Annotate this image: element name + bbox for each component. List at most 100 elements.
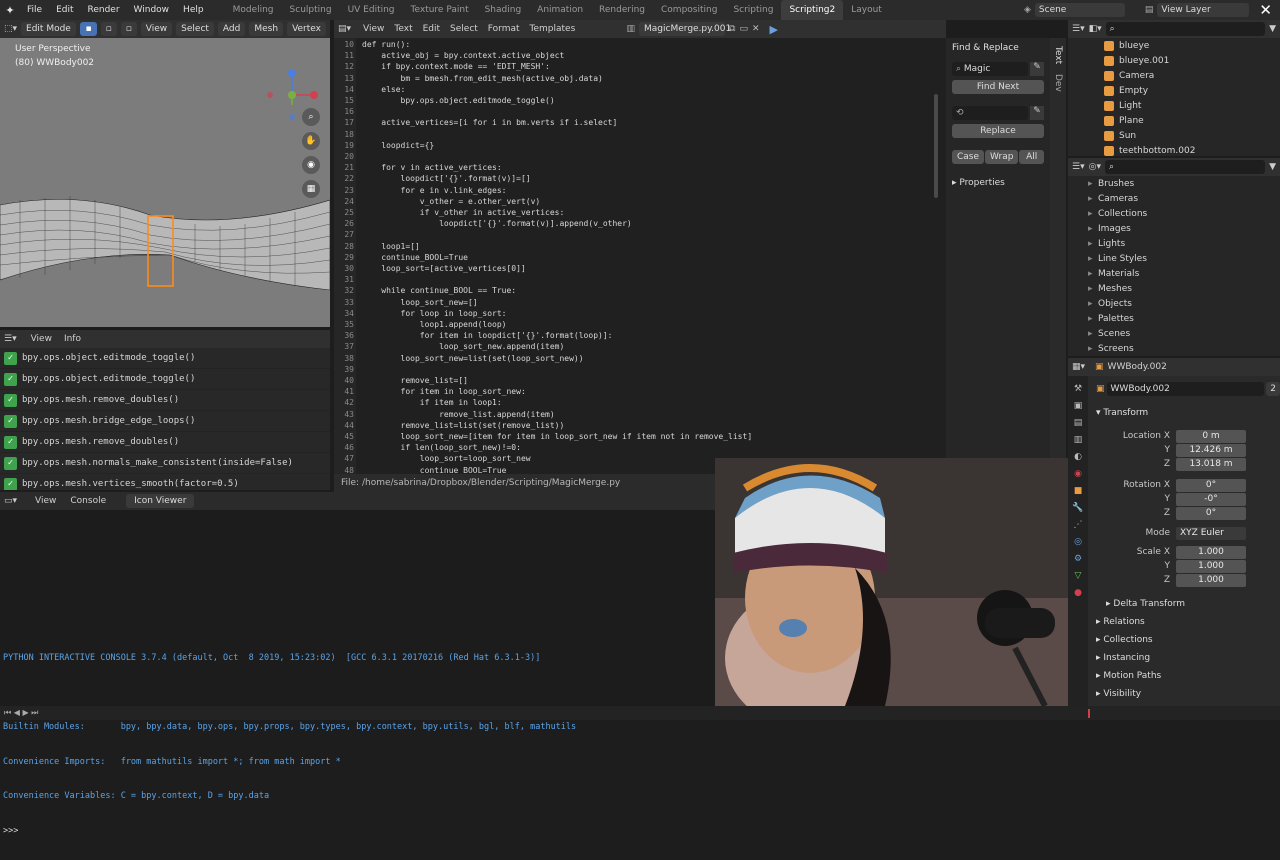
tab-uv-editing[interactable]: UV Editing <box>340 0 403 20</box>
text-menu-select[interactable]: Select <box>450 24 478 34</box>
duplicate-text-icon[interactable]: ⧉ <box>729 24 735 34</box>
editor-type-icon[interactable]: ▤▾ <box>338 24 351 34</box>
location-y-field[interactable]: 12.426 m <box>1176 443 1246 457</box>
mesh-wireframe[interactable] <box>0 160 330 327</box>
eyedropper-icon[interactable]: ✎ <box>1030 62 1044 76</box>
code-line[interactable]: for item in loop_sort_new: <box>362 387 526 396</box>
code-line[interactable]: loopdict['{}'.format(v)]=[] <box>362 174 531 183</box>
face-select-icon[interactable]: ▫ <box>120 22 137 36</box>
scene-selector[interactable]: Scene <box>1034 3 1125 17</box>
view-layer-selector[interactable]: View Layer <box>1157 3 1250 17</box>
datablock-images[interactable]: ▸ Images <box>1068 221 1280 236</box>
text-menu-view[interactable]: View <box>363 24 384 34</box>
code-line[interactable]: if len(loop_sort_new)!=0: <box>362 443 521 452</box>
outliner-item[interactable]: Camera <box>1068 68 1280 83</box>
code-line[interactable]: bm = bmesh.from_edit_mesh(active_obj.dat… <box>362 74 603 83</box>
collections-panel[interactable]: ▸ Collections <box>1096 635 1153 645</box>
code-line[interactable]: loop1=[] <box>362 242 420 251</box>
scale-z-field[interactable]: 1.000 <box>1176 573 1246 587</box>
relations-panel[interactable]: ▸ Relations <box>1096 617 1145 627</box>
playback-controls[interactable]: ⏮ ◀ ▶ ⏭ <box>4 708 38 718</box>
code-line[interactable]: for loop in loop_sort: <box>362 309 507 318</box>
info-log-item[interactable]: ✓ bpy.ops.object.editmode_toggle() <box>0 369 330 390</box>
code-line[interactable]: if item in loop1: <box>362 398 502 407</box>
menu-render[interactable]: Render <box>81 5 127 15</box>
scale-x-field[interactable]: 1.000 <box>1176 545 1246 559</box>
datablock-scenes[interactable]: ▸ Scenes <box>1068 326 1280 341</box>
code-line[interactable]: remove_list.append(item) <box>362 410 555 419</box>
display-mode-icon[interactable]: ◎▾ <box>1089 162 1101 172</box>
wrap-toggle[interactable]: Wrap <box>985 150 1019 164</box>
outliner-item[interactable]: Sun <box>1068 128 1280 143</box>
code-line[interactable]: if bpy.context.mode == 'EDIT_MESH': <box>362 62 550 71</box>
visibility-panel[interactable]: ▸ Visibility <box>1096 689 1141 699</box>
viewport-menu-select[interactable]: Select <box>176 22 214 36</box>
code-line[interactable]: loopdict['{}'.format(v)].append(v_other) <box>362 219 632 228</box>
vertex-select-icon[interactable]: ▪ <box>80 22 97 36</box>
info-log-item[interactable]: ✓ bpy.ops.mesh.remove_doubles() <box>0 390 330 411</box>
filter-icon[interactable]: ▼ <box>1269 162 1276 172</box>
tab-scripting[interactable]: Scripting <box>725 0 781 20</box>
datablock-collections[interactable]: ▸ Collections <box>1068 206 1280 221</box>
rotation-y-field[interactable]: -0° <box>1176 492 1246 506</box>
users-count[interactable]: 2 <box>1266 382 1280 396</box>
render-tab-icon[interactable]: ▣ <box>1074 401 1083 411</box>
code-line[interactable]: loop_sort_new.append(item) <box>362 342 564 351</box>
menu-edit[interactable]: Edit <box>49 5 80 15</box>
find-next-button[interactable]: Find Next <box>952 80 1044 94</box>
datablock-screens[interactable]: ▸ Screens <box>1068 341 1280 356</box>
tab-layout[interactable]: Layout <box>843 0 890 20</box>
timeline-strip[interactable]: ⏮ ◀ ▶ ⏭ <box>0 706 1280 720</box>
tab-shading[interactable]: Shading <box>477 0 530 20</box>
text-datablock-name[interactable]: MagicMerge.py.001 <box>639 22 731 36</box>
datablock-palettes[interactable]: ▸ Palettes <box>1068 311 1280 326</box>
tool-tab-icon[interactable]: ⚒ <box>1074 384 1082 394</box>
code-line[interactable]: loop1.append(loop) <box>362 320 507 329</box>
menu-window[interactable]: Window <box>127 5 177 15</box>
ortho-grid-icon[interactable]: ▦ <box>302 180 320 198</box>
code-line[interactable]: if v_other in active_vertices: <box>362 208 565 217</box>
code-line[interactable]: loop_sort_new=[] <box>362 298 478 307</box>
text-menu-format[interactable]: Format <box>488 24 520 34</box>
code-line[interactable]: bpy.ops.object.editmode_toggle() <box>362 96 555 105</box>
tab-sculpting[interactable]: Sculpting <box>282 0 340 20</box>
location-z-field[interactable]: 13.018 m <box>1176 457 1246 471</box>
current-frame-marker[interactable] <box>1088 709 1090 718</box>
code-line[interactable]: loop_sort=loop_sort_new <box>362 454 531 463</box>
edge-select-icon[interactable]: ▫ <box>100 22 117 36</box>
rotation-mode-dropdown[interactable]: XYZ Euler <box>1176 526 1246 540</box>
outliner-item[interactable]: blueye.001 <box>1068 53 1280 68</box>
tab-animation[interactable]: Animation <box>529 0 591 20</box>
editor-type-icon[interactable]: ☰▾ <box>1072 162 1085 172</box>
code-line[interactable]: for item in loopdict['{}'.format(loop)]: <box>362 331 613 340</box>
editor-type-icon[interactable]: ☰▾ <box>4 334 17 344</box>
console-menu-icon-viewer[interactable]: Icon Viewer <box>126 494 195 508</box>
tab-texture-paint[interactable]: Texture Paint <box>403 0 477 20</box>
code-line[interactable]: loopdict={} <box>362 141 434 150</box>
output-tab-icon[interactable]: ▤ <box>1074 418 1083 428</box>
zoom-icon[interactable]: ⌕ <box>302 108 320 126</box>
display-mode-icon[interactable]: ◧▾ <box>1089 24 1102 34</box>
pan-hand-icon[interactable]: ✋ <box>302 132 320 150</box>
material-tab-icon[interactable]: ● <box>1074 588 1082 598</box>
outliner-item[interactable]: Plane <box>1068 113 1280 128</box>
replace-input[interactable]: ⟲ <box>952 106 1028 120</box>
datablock-cameras[interactable]: ▸ Cameras <box>1068 191 1280 206</box>
tab-compositing[interactable]: Compositing <box>653 0 725 20</box>
text-menu-text[interactable]: Text <box>394 24 412 34</box>
menu-help[interactable]: Help <box>176 5 211 15</box>
editor-type-icon[interactable]: ▦▾ <box>1072 362 1085 372</box>
blender-logo-icon[interactable]: ✦ <box>0 4 20 17</box>
outliner-item[interactable]: teethbottom.002 <box>1068 143 1280 156</box>
tab-scripting2[interactable]: Scripting2 <box>781 0 844 20</box>
console-menu-view[interactable]: View <box>35 496 56 506</box>
editor-type-icon[interactable]: ⬚▾ <box>4 24 17 34</box>
tab-modeling[interactable]: Modeling <box>225 0 282 20</box>
code-line[interactable]: v_other = e.other_vert(v) <box>362 197 540 206</box>
info-menu-view[interactable]: View <box>31 334 52 344</box>
rotation-x-field[interactable]: 0° <box>1176 478 1246 492</box>
info-menu-info[interactable]: Info <box>64 334 81 344</box>
file-view-search[interactable]: ⌕ <box>1104 160 1266 174</box>
datablock-lights[interactable]: ▸ Lights <box>1068 236 1280 251</box>
code-scrollbar[interactable] <box>934 94 938 198</box>
